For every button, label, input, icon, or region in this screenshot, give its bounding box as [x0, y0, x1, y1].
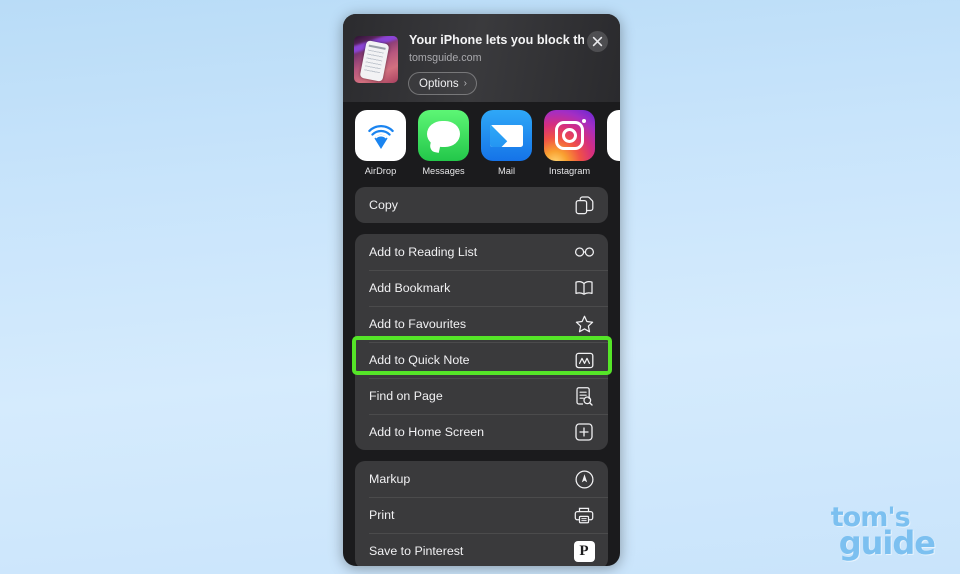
action-row-find-on-page[interactable]: Find on Page [355, 378, 608, 414]
share-target-airdrop[interactable]: AirDrop [355, 110, 406, 180]
action-label: Add to Favourites [369, 317, 467, 331]
watermark-line-2: guide [838, 524, 936, 563]
share-sheet-header: Your iPhone lets you block th... tomsgui… [343, 14, 620, 102]
toms-guide-watermark: tom's guide [831, 505, 936, 563]
action-row-save-to-pinterest[interactable]: Save to Pinterest P [355, 533, 608, 566]
options-button-label: Options [419, 77, 459, 90]
facebook-icon [607, 110, 620, 161]
messages-icon [418, 110, 469, 161]
action-label: Markup [369, 472, 411, 486]
action-label: Add to Home Screen [369, 425, 485, 439]
action-label: Copy [369, 198, 398, 212]
action-row-add-bookmark[interactable]: Add Bookmark [355, 270, 608, 306]
share-page-domain: tomsguide.com [409, 52, 482, 64]
action-label: Add to Quick Note [369, 353, 470, 367]
close-icon [592, 36, 603, 47]
share-targets-row[interactable]: AirDrop Messages Mail Instagram [343, 102, 620, 180]
book-icon [573, 277, 595, 299]
action-row-add-to-home-screen[interactable]: Add to Home Screen [355, 414, 608, 450]
action-row-add-to-favourites[interactable]: Add to Favourites [355, 306, 608, 342]
printer-icon [573, 504, 595, 526]
ios-share-sheet: Your iPhone lets you block th... tomsgui… [343, 14, 620, 566]
instagram-icon [544, 110, 595, 161]
plus-square-icon [573, 421, 595, 443]
share-target-label: Instagram [548, 166, 591, 176]
action-group-tools: Markup Print Save to Pinterest P [355, 461, 608, 566]
action-label: Add to Reading List [369, 245, 478, 259]
action-row-copy[interactable]: Copy [355, 187, 608, 223]
airdrop-icon [355, 110, 406, 161]
share-target-label: Mail [497, 166, 516, 176]
share-target-mail[interactable]: Mail [481, 110, 532, 180]
action-row-add-to-reading-list[interactable]: Add to Reading List [355, 234, 608, 270]
mail-icon [481, 110, 532, 161]
action-label: Add Bookmark [369, 281, 451, 295]
share-target-messages[interactable]: Messages [418, 110, 469, 180]
find-on-page-icon [573, 385, 595, 407]
options-button[interactable]: Options › [408, 72, 477, 95]
page-thumbnail [354, 36, 398, 83]
share-target-label: Messages [422, 166, 465, 176]
glasses-icon [573, 241, 595, 263]
action-label: Save to Pinterest [369, 544, 464, 558]
share-target-facebook[interactable] [607, 110, 620, 180]
share-page-title: Your iPhone lets you block th... [409, 33, 584, 47]
copy-icon [573, 194, 595, 216]
action-label: Find on Page [369, 389, 443, 403]
close-button[interactable] [587, 31, 608, 52]
quick-note-icon [573, 349, 595, 371]
action-label: Print [369, 508, 395, 522]
star-icon [573, 313, 595, 335]
pinterest-glyph: P [573, 540, 595, 562]
action-row-print[interactable]: Print [355, 497, 608, 533]
pinterest-icon: P [573, 540, 595, 562]
action-group-browser: Add to Reading List Add Bookmark Add to … [355, 234, 608, 450]
action-row-markup[interactable]: Markup [355, 461, 608, 497]
markup-icon [573, 468, 595, 490]
chevron-right-icon: › [463, 78, 467, 89]
action-row-add-to-quick-note[interactable]: Add to Quick Note [355, 342, 608, 378]
action-group-copy: Copy [355, 187, 608, 223]
share-target-instagram[interactable]: Instagram [544, 110, 595, 180]
share-target-label: AirDrop [364, 166, 397, 176]
